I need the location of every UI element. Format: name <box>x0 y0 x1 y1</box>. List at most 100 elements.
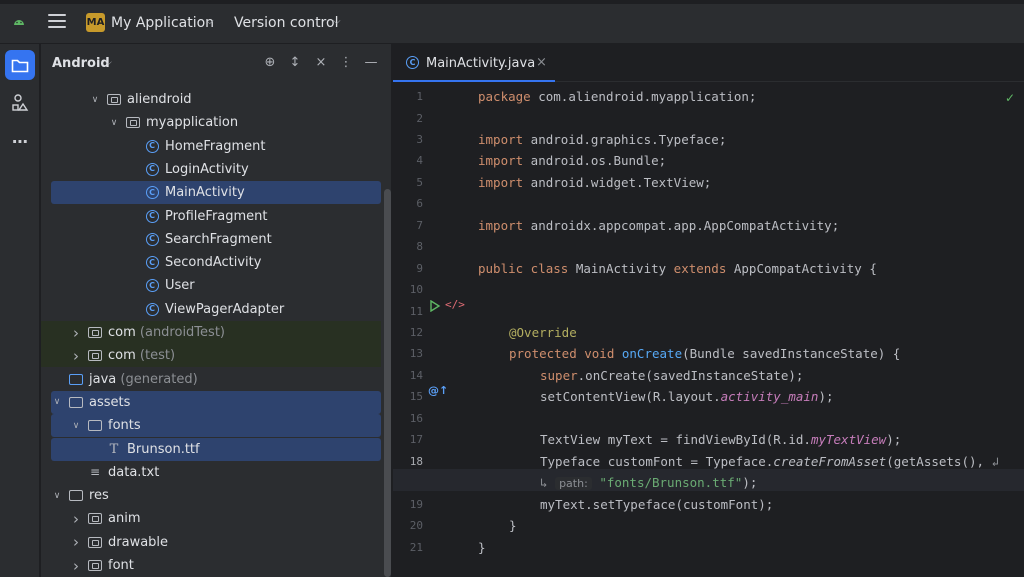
tree-row-homefragment[interactable]: C HomeFragment <box>41 135 381 158</box>
line-number: 12 <box>409 326 423 339</box>
structure-icon <box>12 94 29 111</box>
code-tag-icon[interactable]: </> <box>445 298 465 311</box>
tree-item-label: SecondActivity <box>165 255 262 271</box>
version-control-menu[interactable]: Version control <box>234 15 338 31</box>
window-top-strip <box>0 0 1024 4</box>
line-number: 17 <box>409 433 423 446</box>
tree-row-myapplication[interactable]: ∨ myapplication <box>41 111 381 134</box>
wrap-icon: ↲ <box>991 454 1000 469</box>
tree-row-mainactivity[interactable]: C MainActivity <box>51 181 381 205</box>
tree-row-assets[interactable]: ∨ assets <box>51 390 381 414</box>
package-icon <box>88 559 102 573</box>
tree-row-drawable[interactable]: › drawable <box>41 531 381 554</box>
run-icon[interactable] <box>429 300 441 312</box>
tree-row-font[interactable]: › font <box>41 554 381 577</box>
code-line: package com.aliendroid.myapplication; <box>478 89 757 104</box>
tree-row-data-txt[interactable]: ≡ data.txt <box>41 461 381 484</box>
chevron-right-icon[interactable]: › <box>71 324 81 342</box>
locate-icon[interactable]: ⊕ <box>262 55 278 71</box>
tree-row-java[interactable]: java (generated) <box>41 368 381 391</box>
package-icon <box>126 116 140 130</box>
tree-row-secondactivity[interactable]: C SecondActivity <box>41 251 381 274</box>
hide-icon[interactable]: — <box>363 55 379 71</box>
class-icon: C <box>145 209 159 223</box>
code-line: } <box>478 540 486 555</box>
tab-mainactivity[interactable]: C MainActivity.java × <box>393 44 555 82</box>
override-icon[interactable]: @↑ <box>428 384 448 397</box>
tree-row-aliendroid[interactable]: ∨ aliendroid <box>41 88 381 111</box>
code-line: @Override <box>509 325 577 340</box>
chevron-right-icon[interactable]: › <box>71 557 81 575</box>
chevron-down-icon[interactable]: ⌵ <box>105 58 112 68</box>
chevron-right-icon[interactable]: › <box>71 533 81 551</box>
code-area[interactable]: package com.aliendroid.myapplication; im… <box>478 84 1024 577</box>
code-line: import android.widget.TextView; <box>478 175 712 190</box>
expand-all-icon[interactable]: ↕ <box>287 55 303 71</box>
class-icon: C <box>145 139 159 153</box>
tree-item-label: aliendroid <box>127 92 192 107</box>
package-icon <box>88 535 102 549</box>
code-line: myText.setTypeface(customFont); <box>540 497 774 512</box>
generated-folder-icon <box>69 372 83 386</box>
code-line: TextView myText = findViewById(R.id.myTe… <box>540 432 902 447</box>
tree-row-res[interactable]: ∨ res <box>41 484 381 507</box>
chevron-right-icon[interactable]: › <box>71 510 81 528</box>
tree-item-label: HomeFragment <box>165 138 266 154</box>
line-number: 3 <box>416 133 423 146</box>
tab-label: MainActivity.java <box>426 56 536 71</box>
tree-row-com[interactable]: › com (test) <box>41 344 381 368</box>
project-view-selector[interactable]: Android <box>52 56 110 71</box>
close-icon[interactable]: × <box>536 55 547 70</box>
tree-item-hint: (androidTest) <box>139 325 225 340</box>
more-icon: ⋯ <box>12 131 28 151</box>
chevron-down-icon[interactable]: ∨ <box>109 118 119 128</box>
chevron-right-icon[interactable]: › <box>71 347 81 365</box>
collapse-all-icon[interactable]: × <box>313 55 329 71</box>
tree-row-brunson-ttf[interactable]: T Brunson.ttf <box>51 437 381 461</box>
tree-item-label: assets <box>89 394 131 410</box>
package-icon <box>88 326 102 340</box>
android-icon[interactable] <box>12 16 26 26</box>
line-number: 14 <box>409 369 423 382</box>
scrollbar[interactable] <box>384 189 391 577</box>
font-file-icon: T <box>109 441 119 457</box>
tree-row-user[interactable]: C User <box>41 274 381 297</box>
project-name[interactable]: My Application <box>111 15 214 31</box>
options-icon[interactable]: ⋮ <box>338 55 354 71</box>
chevron-down-icon[interactable]: ⌵ <box>206 16 214 27</box>
chevron-down-icon[interactable]: ⌵ <box>333 16 341 27</box>
code-line: protected void onCreate(Bundle savedInst… <box>509 346 901 361</box>
line-number: 21 <box>409 541 423 554</box>
chevron-down-icon[interactable]: ∨ <box>71 421 81 431</box>
tree-item-label: anim <box>108 511 141 527</box>
line-gutter[interactable]: </> @↑ 1 2 3 4 5 6 7 8 9 10 11 12 13 14 15 16 17 18 19 20 21 <box>393 84 473 577</box>
line-number: 10 <box>409 283 423 296</box>
project-tool-button[interactable] <box>5 50 35 80</box>
chevron-down-icon[interactable]: ∨ <box>90 95 100 105</box>
line-number: 4 <box>416 154 423 167</box>
code-line: import androidx.appcompat.app.AppCompatA… <box>478 218 840 233</box>
chevron-down-icon[interactable]: ∨ <box>52 397 62 407</box>
code-line: super.onCreate(savedInstanceState); <box>540 368 804 383</box>
package-icon <box>107 93 121 107</box>
tree-row-loginactivity[interactable]: C LoginActivity <box>41 158 381 181</box>
tree-row-viewpageradapter[interactable]: C ViewPagerAdapter <box>41 298 381 321</box>
title-bar: MA My Application ⌵ Version control ⌵ <box>0 0 1024 44</box>
line-number: 11 <box>409 305 423 318</box>
wrap-continuation-icon: ↳ <box>540 475 556 490</box>
more-tools-button[interactable]: ⋯ <box>5 126 35 156</box>
tree-row-searchfragment[interactable]: C SearchFragment <box>41 228 381 251</box>
tree-item-hint: (test) <box>139 348 176 364</box>
tree-row-com[interactable]: › com (androidTest) <box>41 321 381 344</box>
line-number: 18 <box>409 455 423 468</box>
tree-item-label: Brunson.ttf <box>127 441 200 457</box>
line-number: 5 <box>416 176 423 189</box>
tree-item-hint: (generated) <box>120 371 198 387</box>
project-badge[interactable]: MA <box>86 13 105 32</box>
chevron-down-icon[interactable]: ∨ <box>52 491 62 501</box>
tree-row-anim[interactable]: › anim <box>41 507 381 530</box>
tree-row-fonts[interactable]: ∨ fonts <box>51 414 381 438</box>
structure-tool-button[interactable] <box>5 88 35 118</box>
tree-row-profilefragment[interactable]: C ProfileFragment <box>41 205 381 228</box>
main-menu-icon[interactable] <box>48 14 66 30</box>
